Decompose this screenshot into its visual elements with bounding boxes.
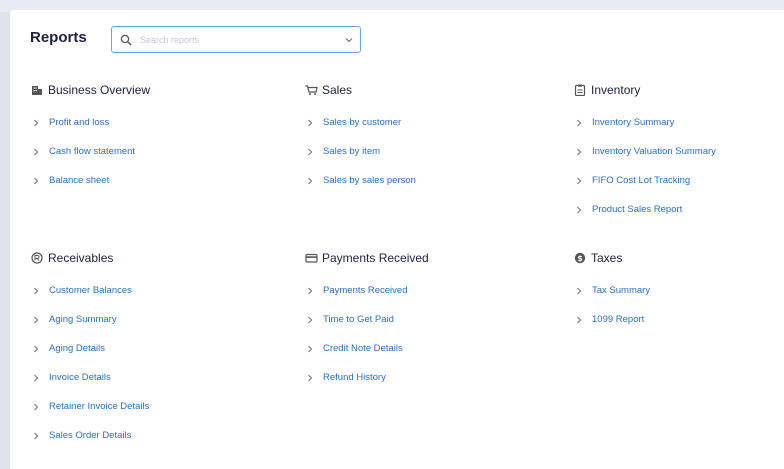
- report-link-label: Aging Summary: [49, 314, 117, 325]
- chevron-right-icon: [31, 148, 49, 156]
- clipboard-icon: [574, 83, 589, 97]
- report-link-label: Aging Details: [49, 343, 105, 354]
- chevron-right-icon: [305, 148, 323, 156]
- section-title: Receivables: [48, 251, 114, 265]
- report-link-label: Customer Balances: [49, 285, 132, 296]
- report-link-credit-note-details[interactable]: Credit Note Details: [305, 334, 429, 363]
- chevron-right-icon: [574, 287, 592, 295]
- report-link-label: Profit and loss: [49, 117, 110, 128]
- search-input[interactable]: [140, 34, 338, 45]
- section-sales: Sales Sales by customer Sales by item Sa…: [305, 82, 416, 195]
- report-link-sales-by-customer[interactable]: Sales by customer: [305, 108, 416, 137]
- section-taxes: $ Taxes Tax Summary 1099 Report: [574, 250, 650, 334]
- section-inventory: Inventory Inventory Summary Inventory Va…: [574, 82, 716, 224]
- chevron-right-icon: [574, 148, 592, 156]
- chevron-right-icon: [31, 432, 49, 440]
- report-link-label: Balance sheet: [49, 175, 110, 186]
- report-link-sales-by-sales-person[interactable]: Sales by sales person: [305, 166, 416, 195]
- chevron-right-icon: [574, 316, 592, 324]
- report-link-label: Invoice Details: [49, 372, 111, 383]
- dollar-coin-icon: $: [574, 251, 589, 265]
- building-icon: [31, 83, 46, 97]
- chevron-right-icon: [31, 374, 49, 382]
- chevron-right-icon: [305, 177, 323, 185]
- search-box[interactable]: [111, 26, 361, 53]
- section-title: Inventory: [591, 83, 641, 97]
- report-link-profit-and-loss[interactable]: Profit and loss: [31, 108, 150, 137]
- chevron-right-icon: [31, 177, 49, 185]
- report-link-label: Inventory Summary: [592, 117, 675, 128]
- section-title: Business Overview: [48, 83, 151, 97]
- report-link-product-sales-report[interactable]: Product Sales Report: [574, 195, 716, 224]
- report-link-label: Tax Summary: [592, 285, 651, 296]
- report-link-label: 1099 Report: [592, 314, 645, 325]
- chevron-right-icon: [574, 119, 592, 127]
- section-business-overview: Business Overview Profit and loss Cash f…: [31, 82, 150, 195]
- report-link-sales-order-details[interactable]: Sales Order Details: [31, 421, 149, 450]
- report-link-label: FIFO Cost Lot Tracking: [592, 175, 691, 186]
- section-title: Sales: [322, 83, 353, 97]
- chevron-right-icon: [574, 206, 592, 214]
- chevron-right-icon: [31, 345, 49, 353]
- section-title: Taxes: [591, 251, 623, 265]
- chevron-right-icon: [305, 316, 323, 324]
- section-receivables: Receivables Customer Balances Aging Summ…: [31, 250, 149, 450]
- report-link-label: Retainer Invoice Details: [49, 401, 150, 412]
- chevron-right-icon: [305, 119, 323, 127]
- chevron-right-icon: [31, 287, 49, 295]
- report-link-label: Credit Note Details: [323, 343, 403, 354]
- report-link-cash-flow-statement[interactable]: Cash flow statement: [31, 137, 150, 166]
- report-link-balance-sheet[interactable]: Balance sheet: [31, 166, 150, 195]
- report-link-fifo-cost-lot-tracking[interactable]: FIFO Cost Lot Tracking: [574, 166, 716, 195]
- report-link-refund-history[interactable]: Refund History: [305, 363, 429, 392]
- page-title: Reports: [30, 29, 87, 46]
- report-link-label: Time to Get Paid: [323, 314, 394, 325]
- report-link-label: Refund History: [323, 372, 386, 383]
- report-link-aging-details[interactable]: Aging Details: [31, 334, 149, 363]
- report-link-1099-report[interactable]: 1099 Report: [574, 305, 650, 334]
- report-link-retainer-invoice-details[interactable]: Retainer Invoice Details: [31, 392, 149, 421]
- report-link-label: Product Sales Report: [592, 204, 683, 215]
- section-title: Payments Received: [322, 251, 429, 265]
- report-link-time-to-get-paid[interactable]: Time to Get Paid: [305, 305, 429, 334]
- chevron-right-icon: [31, 403, 49, 411]
- report-link-label: Sales by sales person: [323, 175, 416, 186]
- chevron-down-icon[interactable]: [338, 37, 360, 43]
- chevron-right-icon: [305, 287, 323, 295]
- receivable-coin-icon: [31, 251, 46, 265]
- search-icon: [112, 34, 140, 46]
- report-link-label: Sales by item: [323, 146, 381, 157]
- report-link-inventory-valuation-summary[interactable]: Inventory Valuation Summary: [574, 137, 716, 166]
- report-link-sales-by-item[interactable]: Sales by item: [305, 137, 416, 166]
- chevron-right-icon: [31, 119, 49, 127]
- chevron-right-icon: [574, 177, 592, 185]
- report-link-customer-balances[interactable]: Customer Balances: [31, 276, 149, 305]
- report-link-invoice-details[interactable]: Invoice Details: [31, 363, 149, 392]
- report-link-label: Cash flow statement: [49, 146, 136, 157]
- chevron-right-icon: [305, 345, 323, 353]
- section-payments-received: Payments Received Payments Received Time…: [305, 250, 429, 392]
- report-link-label: Sales by customer: [323, 117, 402, 128]
- chevron-right-icon: [305, 374, 323, 382]
- report-link-payments-received[interactable]: Payments Received: [305, 276, 429, 305]
- report-link-tax-summary[interactable]: Tax Summary: [574, 276, 650, 305]
- report-link-label: Payments Received: [323, 285, 408, 296]
- reports-panel: Reports Search reports Business Overview…: [10, 10, 784, 469]
- credit-card-icon: [305, 251, 320, 265]
- report-link-label: Inventory Valuation Summary: [592, 146, 716, 157]
- report-link-inventory-summary[interactable]: Inventory Summary: [574, 108, 716, 137]
- chevron-right-icon: [31, 316, 49, 324]
- report-link-label: Sales Order Details: [49, 430, 132, 441]
- cart-icon: [305, 83, 320, 97]
- svg-text:$: $: [577, 254, 583, 263]
- report-link-aging-summary[interactable]: Aging Summary: [31, 305, 149, 334]
